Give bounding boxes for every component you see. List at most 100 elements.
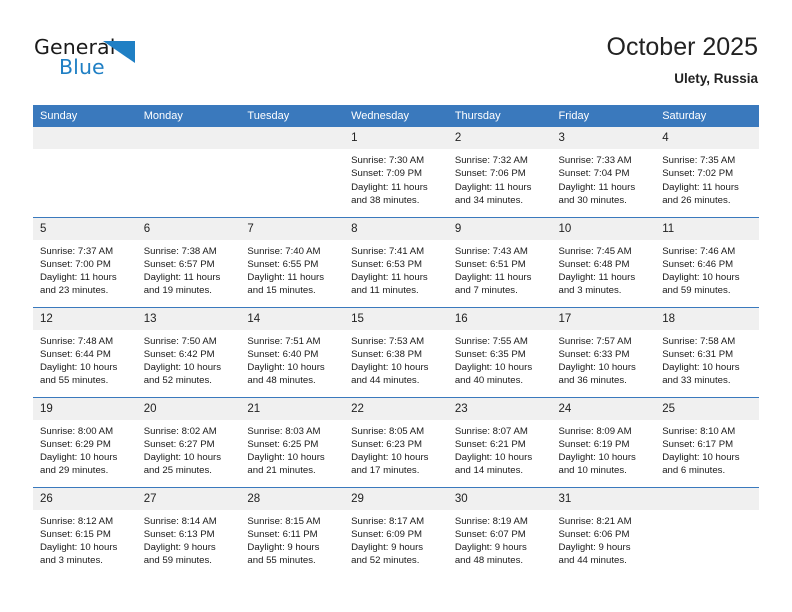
calendar-day-cell[interactable]: 5 Sunrise: 7:37 AM Sunset: 7:00 PM Daylight… [33, 216, 137, 307]
sunset-text: Sunset: 7:04 PM [558, 168, 630, 180]
calendar-day-cell-empty [240, 127, 345, 217]
day-sun-info: Sunrise: 8:00 AM Sunset: 6:29 PM Daylight:… [33, 420, 137, 478]
daylight-text-line2: and 44 minutes. [351, 375, 420, 387]
sunrise-text: Sunrise: 8:10 AM [662, 425, 736, 437]
calendar-day-cell[interactable]: 10 Sunrise: 7:45 AM Sunset: 6:48 PM Dayligh… [551, 216, 656, 307]
daylight-text-line2: and 59 minutes. [662, 285, 731, 297]
weekday-header-saturday: Saturday [655, 105, 759, 127]
daylight-text-line1: Daylight: 10 hours [40, 542, 118, 554]
calendar-body: 1 Sunrise: 7:30 AM Sunset: 7:09 PM Daylight… [33, 127, 759, 577]
calendar-day-cell[interactable]: 27 Sunrise: 8:14 AM Sunset: 6:13 PM Dayligh… [136, 486, 241, 577]
daylight-text-line2: and 14 minutes. [454, 465, 524, 477]
day-sun-info: Sunrise: 7:40 AM Sunset: 6:55 PM Daylight:… [240, 240, 344, 298]
day-sun-info: Sunrise: 8:05 AM Sunset: 6:23 PM Daylight:… [344, 420, 448, 478]
calendar-day-cell[interactable]: 23 Sunrise: 8:07 AM Sunset: 6:21 PM Dayligh… [447, 396, 552, 487]
daylight-text-line1: Daylight: 10 hours [40, 452, 118, 464]
sunrise-text: Sunrise: 7:58 AM [662, 335, 736, 347]
calendar-day-cell[interactable]: 24 Sunrise: 8:09 AM Sunset: 6:19 PM Dayligh… [551, 396, 656, 487]
day-number: 2 [447, 127, 552, 149]
weekday-header-wednesday: Wednesday [344, 105, 448, 127]
title-block: October 2025 Ulety, Russia [607, 32, 759, 87]
daylight-text-line1: Daylight: 11 hours [454, 272, 532, 284]
sunrise-text: Sunrise: 7:43 AM [454, 245, 528, 257]
sunrise-text: Sunrise: 7:41 AM [351, 245, 425, 257]
sunset-text: Sunset: 6:15 PM [40, 528, 111, 540]
daylight-text-line2: and 29 minutes. [40, 465, 109, 477]
day-sun-info: Sunrise: 8:07 AM Sunset: 6:21 PM Daylight:… [448, 420, 552, 478]
sunset-text: Sunset: 6:40 PM [247, 348, 319, 360]
sunset-text: Sunset: 6:17 PM [662, 438, 734, 450]
day-sun-info: Sunrise: 7:48 AM Sunset: 6:44 PM Daylight:… [33, 330, 137, 388]
calendar-day-cell[interactable]: 3 Sunrise: 7:33 AM Sunset: 7:04 PM Daylight… [551, 127, 656, 217]
calendar-day-cell[interactable]: 12 Sunrise: 7:48 AM Sunset: 6:44 PM Dayligh… [33, 306, 137, 397]
sunrise-text: Sunrise: 8:03 AM [247, 425, 321, 437]
day-number: 14 [240, 307, 345, 330]
general-blue-logo[interactable]: General Blue [34, 36, 214, 88]
sunset-text: Sunset: 7:06 PM [454, 168, 526, 180]
calendar-day-cell[interactable]: 6 Sunrise: 7:38 AM Sunset: 6:57 PM Daylight… [136, 216, 241, 307]
sunset-text: Sunset: 6:57 PM [143, 258, 215, 270]
daylight-text-line1: Daylight: 10 hours [143, 362, 222, 374]
calendar-day-cell[interactable]: 9 Sunrise: 7:43 AM Sunset: 6:51 PM Daylight… [447, 216, 552, 307]
daylight-text-line1: Daylight: 9 hours [351, 542, 424, 554]
calendar-day-cell[interactable]: 4 Sunrise: 7:35 AM Sunset: 7:02 PM Daylight… [655, 127, 759, 217]
weekday-header-friday: Friday [551, 105, 656, 127]
sunset-text: Sunset: 6:35 PM [454, 348, 526, 360]
daylight-text-line2: and 17 minutes. [351, 465, 420, 477]
calendar-day-cell[interactable]: 15 Sunrise: 7:53 AM Sunset: 6:38 PM Dayligh… [344, 306, 448, 397]
sunrise-text: Sunrise: 7:57 AM [558, 335, 632, 347]
day-number: 4 [655, 127, 759, 149]
sunset-text: Sunset: 6:31 PM [662, 348, 734, 360]
calendar-week-row: 26 Sunrise: 8:12 AM Sunset: 6:15 PM Dayligh… [33, 486, 759, 577]
day-number [136, 127, 241, 149]
calendar-day-cell[interactable]: 11 Sunrise: 7:46 AM Sunset: 6:46 PM Dayligh… [655, 216, 759, 307]
calendar-header-row: Sunday Monday Tuesday Wednesday Thursday… [33, 105, 759, 127]
day-number: 5 [33, 217, 137, 240]
day-sun-info: Sunrise: 8:10 AM Sunset: 6:17 PM Daylight:… [655, 420, 759, 478]
calendar-day-cell[interactable]: 26 Sunrise: 8:12 AM Sunset: 6:15 PM Dayligh… [33, 486, 137, 577]
day-sun-info: Sunrise: 7:30 AM Sunset: 7:09 PM Daylight:… [344, 149, 448, 207]
calendar-day-cell[interactable]: 30 Sunrise: 8:19 AM Sunset: 6:07 PM Dayligh… [447, 486, 552, 577]
calendar-day-cell[interactable]: 7 Sunrise: 7:40 AM Sunset: 6:55 PM Daylight… [240, 216, 345, 307]
day-sun-info: Sunrise: 7:51 AM Sunset: 6:40 PM Daylight:… [240, 330, 344, 388]
sunrise-text: Sunrise: 8:02 AM [143, 425, 217, 437]
calendar-day-cell[interactable]: 22 Sunrise: 8:05 AM Sunset: 6:23 PM Dayligh… [344, 396, 448, 487]
sunset-text: Sunset: 6:13 PM [143, 528, 215, 540]
calendar-day-cell[interactable]: 19 Sunrise: 8:00 AM Sunset: 6:29 PM Dayligh… [33, 396, 137, 487]
daylight-text-line1: Daylight: 10 hours [662, 272, 740, 284]
calendar-day-cell[interactable]: 29 Sunrise: 8:17 AM Sunset: 6:09 PM Dayligh… [344, 486, 448, 577]
day-sun-info: Sunrise: 8:15 AM Sunset: 6:11 PM Daylight:… [240, 510, 344, 568]
calendar-day-cell[interactable]: 21 Sunrise: 8:03 AM Sunset: 6:25 PM Dayligh… [240, 396, 345, 487]
calendar-week-row: 19 Sunrise: 8:00 AM Sunset: 6:29 PM Dayligh… [33, 396, 759, 487]
calendar-day-cell[interactable]: 2 Sunrise: 7:32 AM Sunset: 7:06 PM Daylight… [447, 127, 552, 217]
calendar-day-cell[interactable]: 25 Sunrise: 8:10 AM Sunset: 6:17 PM Dayligh… [655, 396, 759, 487]
sunset-text: Sunset: 6:53 PM [351, 258, 423, 270]
daylight-text-line1: Daylight: 10 hours [662, 452, 740, 464]
day-number: 24 [551, 397, 656, 420]
calendar-day-cell[interactable]: 17 Sunrise: 7:57 AM Sunset: 6:33 PM Dayligh… [551, 306, 656, 397]
daylight-text-line2: and 33 minutes. [662, 375, 731, 387]
sunrise-text: Sunrise: 7:55 AM [454, 335, 528, 347]
sunset-text: Sunset: 6:23 PM [351, 438, 423, 450]
day-number: 7 [240, 217, 345, 240]
day-sun-info: Sunrise: 7:53 AM Sunset: 6:38 PM Daylight:… [344, 330, 448, 388]
calendar-day-cell[interactable]: 13 Sunrise: 7:50 AM Sunset: 6:42 PM Dayligh… [136, 306, 241, 397]
day-sun-info: Sunrise: 8:14 AM Sunset: 6:13 PM Daylight:… [137, 510, 241, 568]
daylight-text-line2: and 34 minutes. [454, 194, 524, 206]
calendar-day-cell[interactable]: 20 Sunrise: 8:02 AM Sunset: 6:27 PM Dayligh… [136, 396, 241, 487]
daylight-text-line2: and 52 minutes. [143, 375, 212, 387]
daylight-text-line1: Daylight: 11 hours [558, 272, 636, 284]
calendar-week-row: 5 Sunrise: 7:37 AM Sunset: 7:00 PM Daylight… [33, 216, 759, 307]
day-sun-info: Sunrise: 7:46 AM Sunset: 6:46 PM Daylight:… [655, 240, 759, 298]
calendar-day-cell[interactable]: 16 Sunrise: 7:55 AM Sunset: 6:35 PM Dayligh… [447, 306, 552, 397]
calendar-day-cell[interactable]: 14 Sunrise: 7:51 AM Sunset: 6:40 PM Dayligh… [240, 306, 345, 397]
calendar-day-cell[interactable]: 31 Sunrise: 8:21 AM Sunset: 6:06 PM Dayligh… [551, 486, 656, 577]
calendar-day-cell[interactable]: 28 Sunrise: 8:15 AM Sunset: 6:11 PM Dayligh… [240, 486, 345, 577]
daylight-text-line1: Daylight: 11 hours [247, 272, 325, 284]
daylight-text-line2: and 21 minutes. [247, 465, 316, 477]
calendar-day-cell[interactable]: 8 Sunrise: 7:41 AM Sunset: 6:53 PM Daylight… [344, 216, 448, 307]
calendar-day-cell[interactable]: 18 Sunrise: 7:58 AM Sunset: 6:31 PM Dayligh… [655, 306, 759, 397]
day-sun-info: Sunrise: 7:50 AM Sunset: 6:42 PM Daylight:… [137, 330, 241, 388]
calendar-day-cell[interactable]: 1 Sunrise: 7:30 AM Sunset: 7:09 PM Daylight… [344, 127, 448, 217]
day-sun-info: Sunrise: 7:37 AM Sunset: 7:00 PM Daylight:… [33, 240, 137, 298]
